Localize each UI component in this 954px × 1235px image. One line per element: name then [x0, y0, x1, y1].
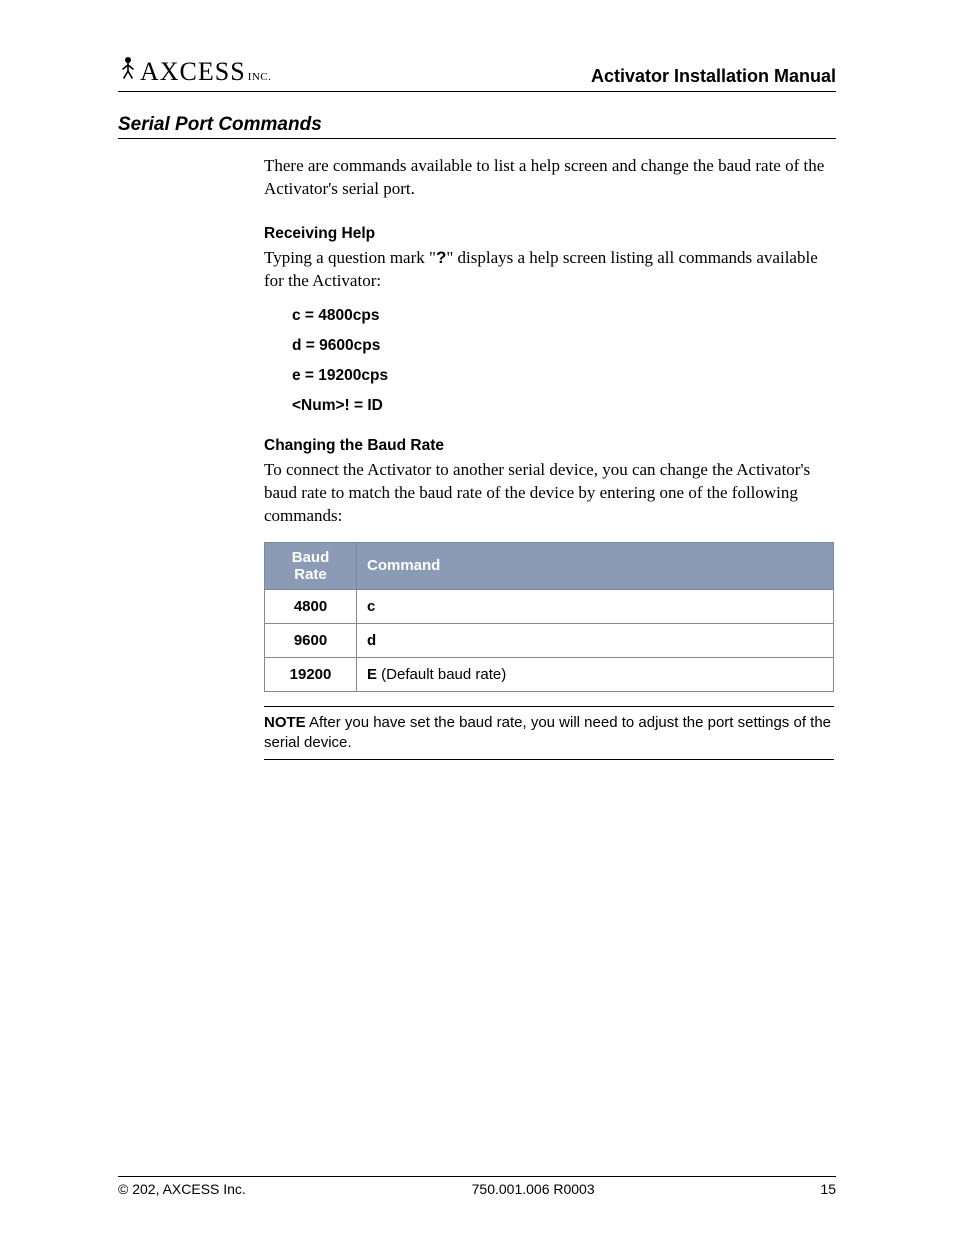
brand-logo: AXCESS INC. [118, 56, 271, 87]
table-row: 9600 d [265, 623, 834, 657]
command-cell: d [357, 623, 834, 657]
help-item: e = 19200cps [292, 367, 834, 385]
rate-cell: 4800 [265, 589, 357, 623]
footer-copyright: © 202, AXCESS Inc. [118, 1181, 246, 1197]
baud-subhead: Changing the Baud Rate [264, 437, 834, 455]
help-text-pre: Typing a question mark " [264, 248, 436, 267]
logo-inc: INC. [248, 71, 272, 83]
logo-text: AXCESS [140, 57, 246, 87]
cmd-letter: d [367, 632, 376, 649]
col-header-command: Command [357, 542, 834, 589]
intro-paragraph: There are commands available to list a h… [264, 155, 834, 201]
note-text: After you have set the baud rate, you wi… [264, 714, 831, 751]
help-item: d = 9600cps [292, 337, 834, 355]
cmd-suffix: (Default baud rate) [377, 666, 506, 683]
col-header-rate: Baud Rate [265, 542, 357, 589]
table-row: 4800 c [265, 589, 834, 623]
command-cell: E (Default baud rate) [357, 657, 834, 691]
cmd-letter: E [367, 666, 377, 683]
help-command-list: c = 4800cps d = 9600cps e = 19200cps <Nu… [292, 307, 834, 415]
table-row: 19200 E (Default baud rate) [265, 657, 834, 691]
help-text: Typing a question mark "?" displays a he… [264, 247, 834, 293]
baud-rate-table: Baud Rate Command 4800 c 9600 d 19200 E … [264, 542, 834, 692]
question-mark-bold: ? [436, 248, 446, 267]
rate-cell: 9600 [265, 623, 357, 657]
manual-title: Activator Installation Manual [591, 66, 836, 87]
note-label: NOTE [264, 714, 306, 731]
cmd-letter: c [367, 598, 375, 615]
help-item: <Num>! = ID [292, 397, 834, 415]
help-subhead: Receiving Help [264, 225, 834, 243]
footer-pagenum: 15 [820, 1181, 836, 1197]
page-root: AXCESS INC. Activator Installation Manua… [0, 0, 954, 1235]
rate-cell: 19200 [265, 657, 357, 691]
baud-text: To connect the Activator to another seri… [264, 459, 834, 528]
help-item: c = 4800cps [292, 307, 834, 325]
command-cell: c [357, 589, 834, 623]
body-column: There are commands available to list a h… [264, 155, 834, 760]
page-footer: © 202, AXCESS Inc. 750.001.006 R0003 15 [118, 1176, 836, 1197]
note-block: NOTE After you have set the baud rate, y… [264, 706, 834, 761]
table-header-row: Baud Rate Command [265, 542, 834, 589]
section-heading: Serial Port Commands [118, 114, 836, 139]
person-icon [118, 56, 138, 85]
footer-docnum: 750.001.006 R0003 [472, 1181, 595, 1197]
page-header: AXCESS INC. Activator Installation Manua… [118, 56, 836, 92]
